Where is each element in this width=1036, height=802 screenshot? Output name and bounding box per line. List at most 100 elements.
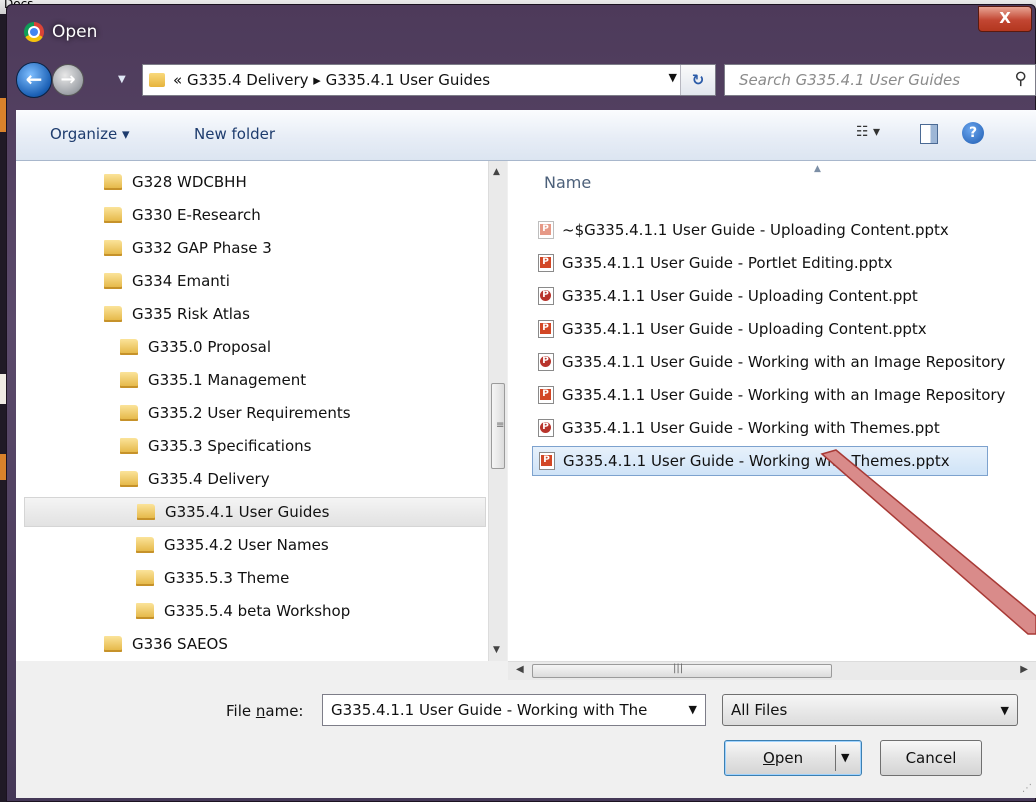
open-button[interactable]: Open ▼ <box>724 740 862 776</box>
file-name-label-accel: n <box>255 702 266 720</box>
tree-item[interactable]: G335.5.3 Theme <box>136 563 289 593</box>
tree-item-label: G335.2 User Requirements <box>148 404 351 422</box>
folder-icon <box>149 73 165 87</box>
folder-icon <box>120 339 138 355</box>
folder-icon <box>104 273 122 289</box>
refresh-icon[interactable]: ↻ <box>680 65 715 95</box>
tree-item-label: G335.4 Delivery <box>148 470 270 488</box>
file-item[interactable]: ~$G335.4.1.1 User Guide - Uploading Cont… <box>532 215 1036 245</box>
help-icon[interactable]: ? <box>962 122 984 144</box>
tree-item[interactable]: G332 GAP Phase 3 <box>104 233 272 263</box>
tree-item[interactable]: G335.0 Proposal <box>120 332 271 362</box>
dialog-content: Organize ▾ New folder ☷ ▾ ? G328 WDCBHH G… <box>16 110 1036 798</box>
file-item[interactable]: G335.4.1.1 User Guide - Working with an … <box>532 347 1036 377</box>
tree-item-label: G335.0 Proposal <box>148 338 272 356</box>
folder-tree[interactable]: G328 WDCBHH G330 E-Research G332 GAP Phase… <box>16 161 488 661</box>
close-button[interactable]: X <box>978 6 1032 32</box>
file-item-label: ~$G335.4.1.1 User Guide - Uploading Cont… <box>562 221 949 239</box>
file-list[interactable]: ▲ Name ~$G335.4.1.1 User Guide - Uploadi… <box>508 161 1036 661</box>
chevron-down-icon[interactable]: ▼ <box>689 703 697 716</box>
tree-item-label: G335.1 Management <box>148 371 307 389</box>
scroll-thumb[interactable]: ≡ <box>491 383 505 469</box>
tree-item[interactable]: G335 Risk Atlas <box>104 299 250 329</box>
tree-item[interactable]: G335.4.2 User Names <box>136 530 329 560</box>
tree-item-label: G330 E-Research <box>132 206 261 224</box>
tree-item[interactable]: G330 E-Research <box>104 200 261 230</box>
file-item-label: G335.4.1.1 User Guide - Portlet Editing.… <box>562 254 893 272</box>
tree-item[interactable]: G334 Emanti <box>104 266 230 296</box>
scroll-left-icon[interactable]: ◀ <box>516 664 524 675</box>
file-item-label: G335.4.1.1 User Guide - Working with The… <box>563 452 950 470</box>
scroll-up-icon[interactable]: ▲ <box>493 167 500 177</box>
recent-locations-dropdown-icon[interactable]: ▼ <box>118 74 126 85</box>
scroll-thumb[interactable]: ||| <box>532 663 832 678</box>
powerpoint-file-icon <box>538 287 554 305</box>
file-item[interactable]: G335.4.1.1 User Guide - Uploading Conten… <box>532 281 1036 311</box>
file-list-horizontal-scrollbar[interactable]: ◀ ||| ▶ <box>508 661 1036 680</box>
file-item[interactable]: G335.4.1.1 User Guide - Portlet Editing.… <box>532 248 1036 278</box>
cancel-button[interactable]: Cancel <box>880 740 982 776</box>
tree-item-label: G336 SAEOS <box>132 635 228 653</box>
chevron-down-icon[interactable]: ▼ <box>1001 704 1009 717</box>
tree-item[interactable]: G335.5.4 beta Workshop <box>136 596 350 626</box>
search-placeholder: Search G335.4.1 User Guides <box>739 71 961 89</box>
file-item-label: G335.4.1.1 User Guide - Uploading Conten… <box>562 320 927 338</box>
folder-icon <box>104 174 122 190</box>
resize-grip-icon[interactable]: ⋰ <box>1022 783 1032 794</box>
search-icon[interactable]: ⚲ <box>1015 69 1027 89</box>
file-item-label: G335.4.1.1 User Guide - Uploading Conten… <box>562 287 918 305</box>
folder-icon <box>120 471 138 487</box>
search-input[interactable]: Search G335.4.1 User Guides ⚲ <box>724 64 1036 96</box>
forward-arrow-icon[interactable]: → <box>52 64 84 96</box>
file-item-label: G335.4.1.1 User Guide - Working with The… <box>562 419 940 437</box>
tree-item[interactable]: G328 WDCBHH <box>104 167 247 197</box>
file-item[interactable]: G335.4.1.1 User Guide - Working with The… <box>532 446 988 476</box>
command-toolbar: Organize ▾ New folder ☷ ▾ ? <box>16 110 1036 161</box>
open-dialog: Open X ← → ▼ « G335.4 Delivery ▸ G335.4.… <box>6 4 1036 802</box>
folder-icon <box>136 570 154 586</box>
column-header-name[interactable]: Name <box>544 173 591 192</box>
tree-vertical-scrollbar[interactable]: ▲ ≡ ▼ <box>488 161 507 661</box>
address-bar[interactable]: « G335.4 Delivery ▸ G335.4.1 User Guides… <box>142 64 716 96</box>
back-arrow-icon[interactable]: ← <box>16 62 52 98</box>
tree-item[interactable]: G335.2 User Requirements <box>120 398 351 428</box>
folder-icon <box>104 240 122 256</box>
open-button-label: Open <box>763 741 803 775</box>
file-item[interactable]: G335.4.1.1 User Guide - Working with The… <box>532 413 1036 443</box>
file-name-label-text: ame: <box>265 702 304 720</box>
change-view-icon[interactable]: ☷ ▾ <box>856 124 880 140</box>
tree-item[interactable]: G335.1 Management <box>120 365 306 395</box>
organize-button[interactable]: Organize ▾ <box>50 125 130 143</box>
file-name-value[interactable]: G335.4.1.1 User Guide - Working with The <box>331 701 671 719</box>
powerpoint-file-icon <box>538 320 554 338</box>
folder-icon <box>104 306 122 322</box>
powerpoint-file-icon <box>538 254 554 272</box>
grip-icon: ||| <box>673 663 684 674</box>
chrome-icon <box>24 22 44 42</box>
file-item-label: G335.4.1.1 User Guide - Working with an … <box>562 386 1006 404</box>
new-folder-button[interactable]: New folder <box>194 125 275 143</box>
tree-item[interactable]: G336 SAEOS <box>104 629 228 659</box>
file-item[interactable]: G335.4.1.1 User Guide - Uploading Conten… <box>532 314 1036 344</box>
file-type-value: All Files <box>731 701 788 719</box>
powerpoint-file-icon <box>538 419 554 437</box>
file-type-select[interactable]: All Files ▼ <box>722 694 1018 726</box>
tree-item-label: G334 Emanti <box>132 272 230 290</box>
folder-icon <box>104 207 122 223</box>
folder-icon <box>120 405 138 421</box>
file-name-input[interactable]: G335.4.1.1 User Guide - Working with The… <box>322 694 706 726</box>
scroll-right-icon[interactable]: ▶ <box>1020 664 1028 675</box>
open-options-dropdown-icon[interactable]: ▼ <box>841 741 849 775</box>
tree-item[interactable]: G335.3 Specifications <box>120 431 311 461</box>
preview-pane-icon[interactable] <box>920 124 938 144</box>
title-bar: Open <box>24 18 97 46</box>
tree-item[interactable]: G335.4.1 User Guides <box>24 497 486 527</box>
tree-item-label: G335.3 Specifications <box>148 437 312 455</box>
open-label-accel: O <box>763 749 775 767</box>
file-item[interactable]: G335.4.1.1 User Guide - Working with an … <box>532 380 1036 410</box>
breadcrumb[interactable]: « G335.4 Delivery ▸ G335.4.1 User Guides <box>173 71 490 89</box>
powerpoint-file-icon <box>538 353 554 371</box>
tree-item[interactable]: G335.4 Delivery <box>120 464 270 494</box>
address-dropdown-icon[interactable]: ▼ <box>669 71 677 84</box>
scroll-down-icon[interactable]: ▼ <box>493 645 500 655</box>
